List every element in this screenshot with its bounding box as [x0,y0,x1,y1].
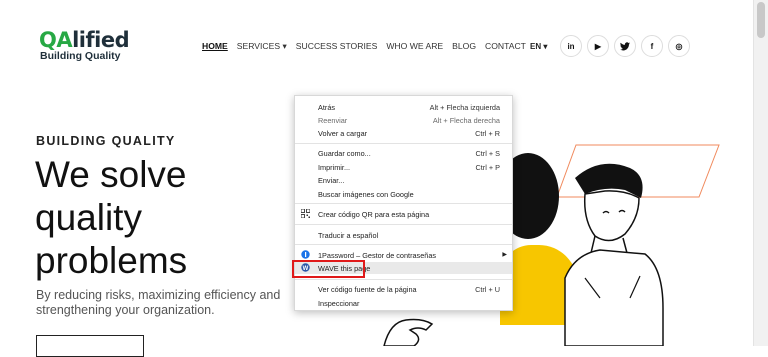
menu-item-label: Reenviar [318,116,348,125]
menu-item-view-source[interactable]: Ver código fuente de la página Ctrl + U [295,283,512,295]
menu-item-label: 1Password – Gestor de contraseñas [318,251,437,260]
instagram-icon[interactable]: ◎ [668,35,690,57]
page-scrollbar[interactable] [753,0,768,346]
hero-eyebrow: BUILDING QUALITY [36,134,176,148]
youtube-icon[interactable]: ▶ [587,35,609,57]
menu-item-shortcut: Ctrl + P [475,163,500,172]
menu-item-label: Atrás [318,103,336,112]
menu-item-print[interactable]: Imprimir... Ctrl + P [295,161,512,173]
logo-prefix: QA [39,28,73,52]
nav-blog[interactable]: BLOG [452,41,476,52]
twitter-bird-glyph [620,41,630,50]
linkedin-icon[interactable]: in [560,35,582,57]
menu-item-save-as[interactable]: Guardar como... Ctrl + S [295,147,512,159]
hero-cta-button[interactable] [36,335,144,357]
menu-separator [295,279,512,280]
menu-item-label: Enviar... [318,176,345,185]
main-nav: HOME SERVICES ▾ SUCCESS STORIES WHO WE A… [202,41,526,52]
illustration-hand-shape [383,318,434,346]
nav-who-we-are[interactable]: WHO WE ARE [386,41,443,52]
1password-icon [301,250,310,259]
browser-context-menu: Atrás Alt + Flecha izquierda Reenviar Al… [294,95,513,311]
menu-item-shortcut: Ctrl + U [475,285,500,294]
nav-home[interactable]: HOME [202,41,228,52]
menu-item-label: Ver código fuente de la página [318,285,417,294]
menu-item-send[interactable]: Enviar... [295,174,512,186]
illustration-man-figure [564,163,664,346]
scrollbar-thumb[interactable] [757,2,765,38]
menu-item-back[interactable]: Atrás Alt + Flecha izquierda [295,101,512,113]
qr-code-icon [301,209,310,218]
menu-item-label: Crear código QR para esta página [318,210,430,219]
menu-separator [295,203,512,204]
nav-success-stories[interactable]: SUCCESS STORIES [296,41,378,52]
menu-item-label: Imprimir... [318,163,351,172]
hero-subtext: By reducing risks, maximizing efficiency… [36,288,281,317]
menu-item-label: Volver a cargar [318,129,368,138]
logo-tagline: Building Quality [40,50,121,62]
menu-item-shortcut: Alt + Flecha derecha [432,116,500,125]
menu-item-reload[interactable]: Volver a cargar Ctrl + R [295,127,512,139]
menu-item-shortcut: Ctrl + S [475,149,500,158]
site-logo[interactable]: QAlified Building Quality [39,28,130,62]
menu-item-search-images[interactable]: Buscar imágenes con Google [295,188,512,200]
language-selector[interactable]: EN ▾ [530,42,547,51]
menu-item-label: Guardar como... [318,149,371,158]
submenu-arrow-icon: ▶ [502,252,507,258]
menu-item-qr-code[interactable]: Crear código QR para esta página [295,208,512,220]
menu-item-shortcut: Alt + Flecha izquierda [429,103,500,112]
menu-separator [295,224,512,225]
menu-separator [295,244,512,245]
facebook-icon[interactable]: f [641,35,663,57]
menu-item-label: Traducir a español [318,231,379,240]
hero-headline: We solve quality problems [35,154,188,281]
nav-contact[interactable]: CONTACT [485,41,526,52]
menu-item-label: Buscar imágenes con Google [318,190,414,199]
nav-services[interactable]: SERVICES ▾ [237,41,287,52]
menu-item-shortcut: Ctrl + R [475,129,500,138]
menu-item-label: Inspeccionar [318,299,360,308]
social-links: in ▶ f ◎ [560,35,690,57]
logo-rest: lified [72,28,130,52]
menu-separator [295,143,512,144]
menu-item-forward[interactable]: Reenviar Alt + Flecha derecha [295,114,512,126]
highlight-annotation-box [292,260,365,278]
menu-item-inspect[interactable]: Inspeccionar [295,297,512,309]
twitter-icon[interactable] [614,35,636,57]
menu-item-translate[interactable]: Traducir a español [295,229,512,241]
